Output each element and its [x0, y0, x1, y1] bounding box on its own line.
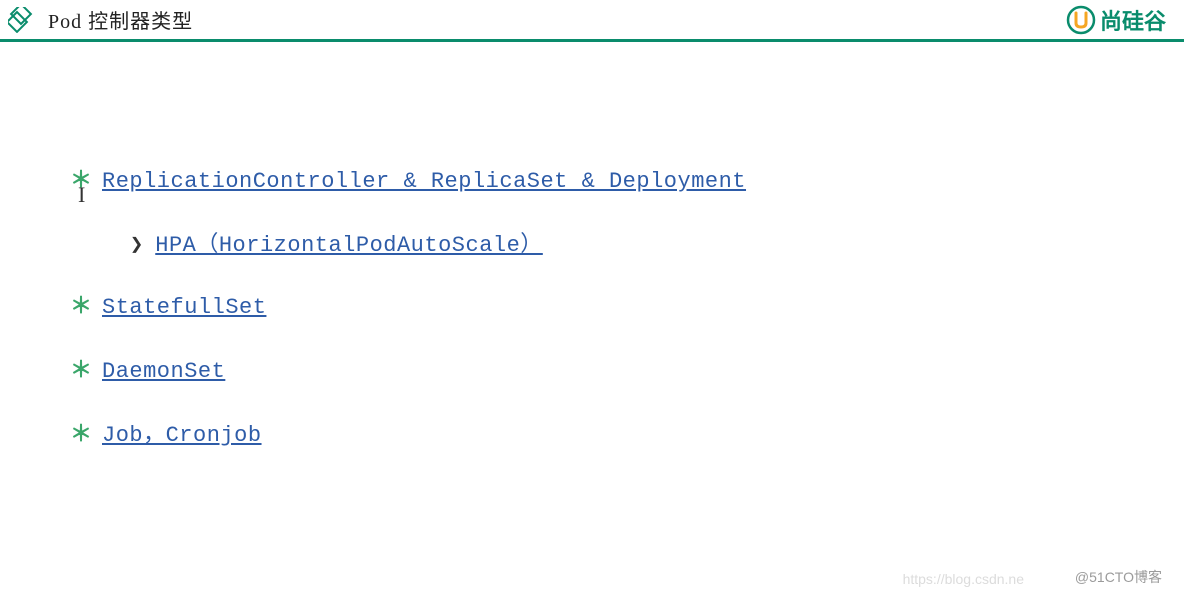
watermark-51cto: @51CTO博客: [1075, 567, 1162, 587]
brand-logo: 尚硅谷: [1066, 4, 1166, 36]
brand-mark-icon: [1066, 5, 1096, 35]
sub-list-item: ❯ HPA（HorizontalPodAutoScale）: [130, 226, 1114, 258]
list-item: ＊ Job，Cronjob: [70, 416, 1114, 448]
slide-header: Pod 控制器类型 尚硅谷: [0, 0, 1184, 42]
brand-name: 尚硅谷: [1100, 4, 1166, 36]
list-item: ＊ ReplicationController & ReplicaSet & D…: [70, 162, 1114, 194]
list-item: ＊ DaemonSet: [70, 352, 1114, 384]
controller-link-replication[interactable]: ReplicationController & ReplicaSet & Dep…: [102, 169, 746, 194]
slide-content: ＊ ReplicationController & ReplicaSet & D…: [0, 42, 1184, 448]
bullet-icon: ＊: [70, 352, 88, 384]
bullet-icon: ＊: [70, 416, 88, 448]
list-item: ＊ StatefullSet: [70, 288, 1114, 320]
controller-link-statefulset[interactable]: StatefullSet: [102, 295, 266, 320]
watermark-csdn: https://blog.csdn.ne: [903, 571, 1024, 587]
header-diamond-icon: [8, 7, 34, 33]
controller-link-hpa[interactable]: HPA（HorizontalPodAutoScale）: [155, 226, 543, 258]
controller-link-job-cronjob[interactable]: Job，Cronjob: [102, 416, 262, 448]
controller-link-daemonset[interactable]: DaemonSet: [102, 359, 225, 384]
slide-title: Pod 控制器类型: [48, 5, 193, 34]
bullet-icon: ＊: [70, 288, 88, 320]
chevron-right-icon: ❯: [130, 232, 143, 258]
text-cursor-icon: I: [78, 182, 85, 208]
